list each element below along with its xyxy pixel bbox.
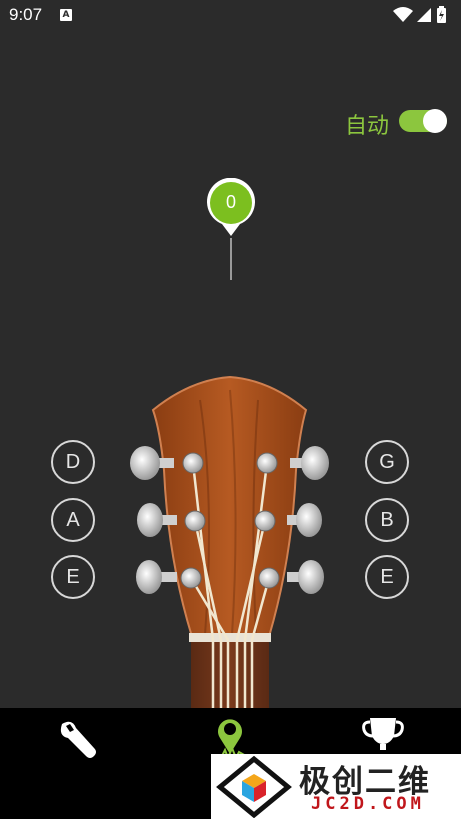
watermark-subtitle: JC2D.COM: [311, 794, 425, 814]
pitch-indicator: 0: [205, 177, 257, 282]
watermark: 极创二维 JC2D.COM: [211, 754, 461, 819]
pitch-value: 0: [225, 192, 236, 212]
status-icons: [393, 6, 446, 23]
tuner-pin-icon[interactable]: [212, 714, 248, 758]
auto-mode-label: 自动: [345, 114, 390, 139]
status-bar: 9:07 A: [0, 0, 461, 32]
trophy-icon[interactable]: [360, 716, 406, 756]
auto-mode-toggle[interactable]: [399, 109, 447, 133]
wifi-icon: [393, 7, 413, 22]
signal-icon: [417, 8, 431, 22]
notification-icon: A: [60, 9, 72, 21]
wrench-icon[interactable]: [54, 716, 102, 764]
status-time: 9:07: [9, 5, 43, 24]
watermark-logo-icon: [216, 756, 292, 818]
toggle-knob: [423, 109, 447, 133]
guitar-headstock-illustration: [130, 375, 329, 708]
